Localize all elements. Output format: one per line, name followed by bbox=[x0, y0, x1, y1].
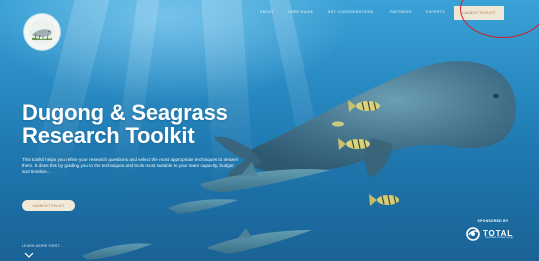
page-title: Dugong & Seagrass Research Toolkit bbox=[22, 100, 228, 148]
site-logo[interactable] bbox=[24, 14, 60, 50]
chevron-down-icon[interactable] bbox=[24, 252, 34, 258]
shark-figure bbox=[168, 199, 238, 214]
pilot-fish bbox=[369, 194, 399, 206]
sponsor-tagline: committed to better energy bbox=[485, 236, 514, 239]
dugong-figure bbox=[214, 61, 516, 184]
hero-section: About User Guide Key Considerations Part… bbox=[0, 0, 539, 261]
nav-experts[interactable]: Experts bbox=[426, 10, 445, 14]
dugong-logo-icon bbox=[29, 19, 55, 45]
shark-figure bbox=[206, 228, 312, 254]
hero-description: This toolkit helps you refine your resea… bbox=[22, 157, 239, 175]
pilot-fish bbox=[332, 121, 344, 127]
total-logo-icon bbox=[466, 227, 480, 241]
launch-toolkit-button[interactable]: Launch Toolkit bbox=[22, 200, 75, 211]
learn-more-link[interactable]: Learn more first... bbox=[22, 244, 63, 248]
nav-key-considerations[interactable]: Key Considerations bbox=[328, 10, 374, 14]
nav-about[interactable]: About bbox=[260, 10, 274, 14]
nav-user-guide[interactable]: User Guide bbox=[288, 10, 313, 14]
sponsor-logo[interactable]: TOTAL committed to better energy bbox=[466, 226, 526, 242]
nav-partners[interactable]: Partners bbox=[390, 10, 412, 14]
sponsor-label: Sponsored by bbox=[477, 219, 509, 223]
shark-figure bbox=[82, 243, 152, 260]
